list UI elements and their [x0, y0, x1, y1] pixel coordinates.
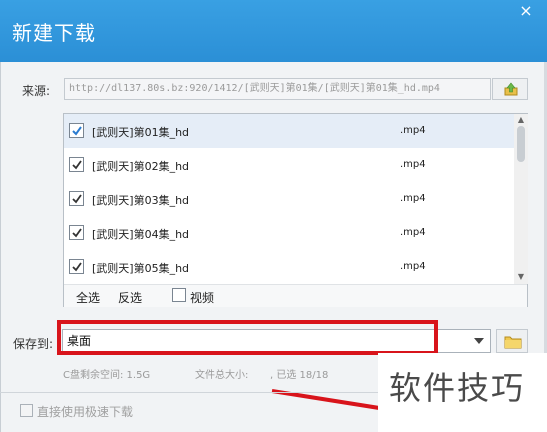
- source-label: 来源:: [22, 84, 51, 98]
- watermark: 软件技巧: [389, 369, 526, 407]
- check-icon: [72, 194, 82, 204]
- file-name: [武则天]第04集_hd: [92, 228, 190, 241]
- list-item[interactable]: [武则天]第01集_hd .mp4: [64, 114, 514, 148]
- item-checkbox[interactable]: [69, 225, 84, 240]
- source-url-field[interactable]: http://dl137.80s.bz:920/1412/[武则天]第01集/[…: [64, 78, 491, 100]
- divider: [0, 392, 380, 393]
- list-item[interactable]: [武则天]第04集_hd .mp4: [64, 216, 514, 250]
- file-ext: .mp4: [400, 159, 426, 170]
- disk-space-text: C盘剩余空间: 1.5G: [63, 370, 151, 381]
- save-to-label: 保存到:: [13, 337, 54, 351]
- fast-download-label: 直接使用极速下载: [37, 405, 134, 419]
- list-item[interactable]: [武则天]第05集_hd .mp4: [64, 250, 514, 284]
- file-name: [武则天]第02集_hd: [92, 160, 190, 173]
- select-all-button[interactable]: 全选: [76, 289, 100, 306]
- item-checkbox[interactable]: [69, 191, 84, 206]
- invert-selection-button[interactable]: 反选: [118, 289, 142, 306]
- file-ext: .mp4: [400, 193, 426, 204]
- selected-count-text: , 已选 18/18: [270, 370, 329, 381]
- scroll-up-icon[interactable]: ▲: [516, 115, 526, 125]
- item-checkbox[interactable]: [69, 123, 84, 138]
- close-button[interactable]: ×: [512, 1, 540, 21]
- chevron-down-icon[interactable]: [474, 338, 484, 344]
- file-ext: .mp4: [400, 227, 426, 238]
- scroll-down-icon[interactable]: ▼: [516, 272, 526, 282]
- check-icon: [72, 262, 82, 272]
- file-ext: .mp4: [400, 261, 426, 272]
- scroll-thumb[interactable]: [517, 126, 525, 162]
- list-footer: 全选 反选 视频: [64, 284, 527, 307]
- window-title: 新建下载: [12, 21, 96, 45]
- item-checkbox[interactable]: [69, 259, 84, 274]
- list-item[interactable]: [武则天]第03集_hd .mp4: [64, 182, 514, 216]
- fast-download-checkbox[interactable]: [20, 404, 33, 417]
- file-name: [武则天]第01集_hd: [92, 126, 190, 139]
- title-bar: 新建下载 ×: [0, 0, 547, 62]
- upload-button[interactable]: [492, 78, 528, 100]
- file-name: [武则天]第05集_hd: [92, 262, 190, 275]
- total-size-text: 文件总大小:: [195, 370, 249, 381]
- check-icon: [72, 126, 82, 136]
- check-icon: [72, 228, 82, 238]
- video-checkbox[interactable]: [172, 288, 186, 302]
- file-ext: .mp4: [400, 125, 426, 136]
- check-icon: [72, 160, 82, 170]
- file-name: [武则天]第03集_hd: [92, 194, 190, 207]
- video-label: 视频: [190, 291, 215, 305]
- highlight-annotation: [57, 320, 438, 355]
- file-list: [武则天]第01集_hd .mp4 [武则天]第02集_hd .mp4 [武则天…: [63, 113, 528, 307]
- item-checkbox[interactable]: [69, 157, 84, 172]
- upload-icon: [504, 82, 518, 96]
- folder-icon: [504, 336, 522, 349]
- browse-folder-button[interactable]: [496, 329, 528, 353]
- list-scrollbar[interactable]: ▲ ▼: [514, 114, 528, 284]
- list-item[interactable]: [武则天]第02集_hd .mp4: [64, 148, 514, 182]
